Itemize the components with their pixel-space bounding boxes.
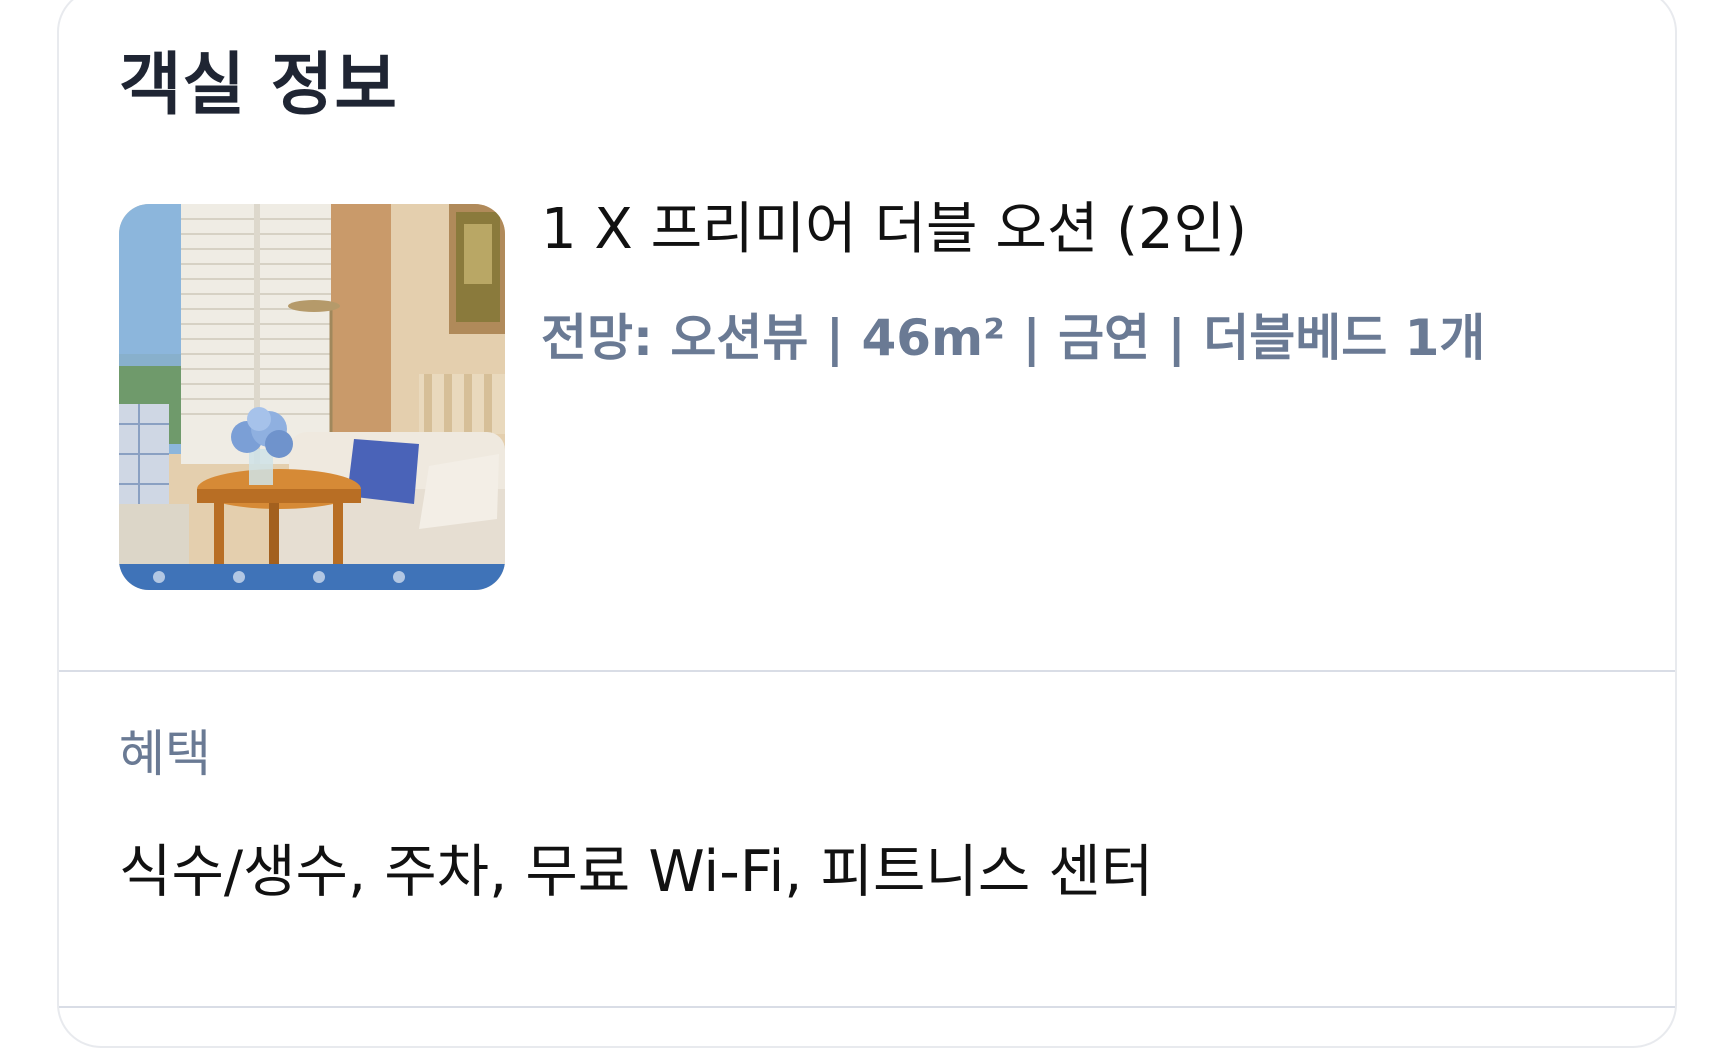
room-name: 1 X 프리미어 더블 오션 (2인) — [541, 197, 1248, 262]
room-info-card: 객실 정보 1 X 프리미어 더블 오션 (2인) 전망: 오션뷰 | 46m²… — [57, 0, 1677, 1048]
section-title: 객실 정보 — [119, 46, 398, 125]
room-specs: 전망: 오션뷰 | 46m² | 금연 | 더블베드 1개 — [541, 309, 1486, 367]
benefits-value: 식수/생수, 주차, 무료 Wi-Fi, 피트니스 센터 — [119, 839, 1154, 905]
divider — [59, 670, 1675, 672]
room-photo[interactable] — [119, 204, 505, 590]
divider — [59, 1006, 1675, 1008]
room-photo-image — [119, 204, 505, 590]
benefits-label: 혜택 — [119, 725, 211, 783]
